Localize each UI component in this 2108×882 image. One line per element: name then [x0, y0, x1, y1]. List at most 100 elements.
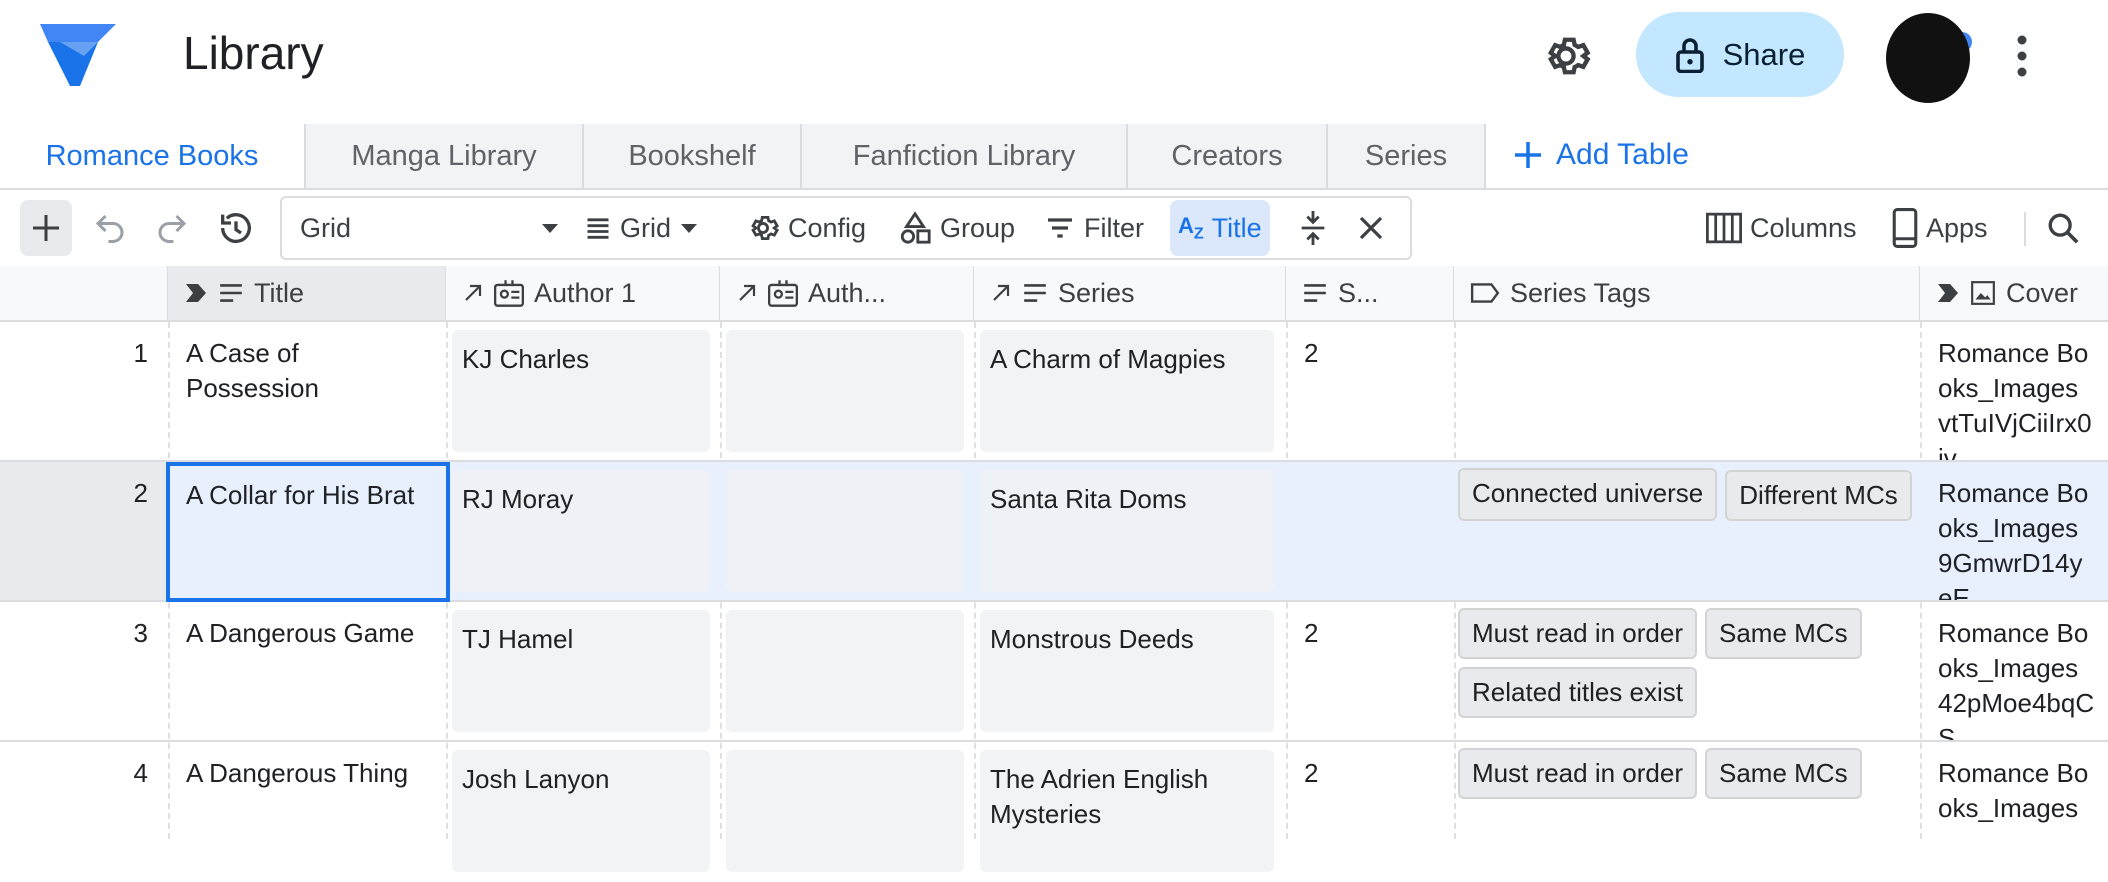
tab-series[interactable]: Series — [1328, 124, 1486, 188]
tab-manga-library[interactable]: Manga Library — [306, 124, 584, 188]
column-header-series-tags[interactable]: Series Tags — [1454, 266, 1920, 322]
cell-author2[interactable] — [726, 330, 964, 452]
avatar[interactable] — [1882, 12, 1974, 104]
toolbar-divider — [2024, 212, 2026, 246]
contact-card-icon — [768, 279, 798, 307]
column-header-cover[interactable]: Cover — [1920, 266, 2108, 322]
cell-author1[interactable]: TJ Hamel — [452, 610, 710, 732]
tag-chip[interactable]: Same MCs — [1704, 608, 1862, 659]
cell-series[interactable]: A Charm of Magpies — [980, 330, 1274, 452]
table-row-selected[interactable]: 2 A Collar for His Brat RJ Moray Santa R… — [0, 462, 2108, 602]
cell-series-number[interactable]: 2 — [1286, 322, 1454, 460]
view-select[interactable]: Grid — [300, 190, 560, 266]
column-header-author1[interactable]: Author 1 — [446, 266, 720, 322]
columns-button[interactable]: Columns — [1706, 190, 1857, 266]
tag-chip[interactable]: Connected universe — [1458, 468, 1718, 521]
list-lines-icon — [584, 214, 612, 242]
filter-button[interactable]: Filter — [1044, 190, 1144, 266]
cell-cover[interactable]: Romance Books_Images 42pMoe4bqCS — [1920, 602, 2108, 740]
plus-icon — [1512, 139, 1544, 171]
data-grid: Title Author 1 Auth... Series S... Serie… — [0, 266, 2108, 880]
cell-author1[interactable]: KJ Charles — [452, 330, 710, 452]
config-button[interactable]: Config — [746, 190, 866, 266]
sort-button[interactable]: AZ Title — [1170, 200, 1270, 256]
dropdown-arrow-icon — [679, 222, 699, 234]
grid-layout-button[interactable]: Grid — [584, 190, 699, 266]
cell-title[interactable]: A Dangerous Game — [168, 602, 446, 740]
share-button[interactable]: Share — [1636, 12, 1844, 97]
dropdown-arrow-icon — [540, 222, 560, 234]
tag-chip[interactable]: Different MCs — [1725, 470, 1912, 521]
cell-series-tags[interactable]: Must read in order Same MCs — [1454, 742, 1920, 880]
column-header-label: Author 1 — [534, 277, 637, 308]
cell-series[interactable]: The Adrien English Mysteries — [980, 750, 1274, 872]
tag-chip[interactable]: Must read in order — [1458, 748, 1697, 799]
cell-title-selected[interactable]: A Collar for His Brat — [166, 462, 450, 602]
share-label: Share — [1722, 36, 1806, 72]
table-row[interactable]: 1 A Case of Possession KJ Charles A Char… — [0, 322, 2108, 462]
cell-author2[interactable] — [726, 610, 964, 732]
column-header-label: S... — [1338, 277, 1379, 308]
close-icon[interactable] — [1356, 190, 1386, 266]
cell-series-tags[interactable]: Must read in order Same MCs Related titl… — [1454, 602, 1920, 740]
apps-label: Apps — [1926, 212, 1988, 243]
cell-cover[interactable]: Romance Books_Images — [1920, 742, 2108, 880]
cell-cover[interactable]: Romance Books_Images vtTuIVjCiiIrx0jv — [1920, 322, 2108, 460]
ref-arrow-icon — [990, 282, 1012, 304]
app-logo-icon[interactable] — [40, 24, 116, 86]
cell-title[interactable]: A Dangerous Thing — [168, 742, 446, 880]
key-label-icon — [1936, 282, 1960, 304]
tag-chip[interactable]: Same MCs — [1704, 748, 1862, 799]
cell-series-number[interactable]: 2 — [1286, 602, 1454, 740]
column-header-series[interactable]: Series — [974, 266, 1286, 322]
tag-chip[interactable]: Related titles exist — [1458, 667, 1697, 718]
cell-series-number[interactable]: 2 — [1286, 742, 1454, 880]
undo-icon[interactable] — [92, 190, 128, 266]
history-icon[interactable] — [216, 190, 256, 266]
group-button[interactable]: Group — [898, 190, 1015, 266]
tab-creators[interactable]: Creators — [1128, 124, 1328, 188]
add-table-label: Add Table — [1556, 138, 1689, 171]
cell-title-text: A Collar for His Brat — [186, 480, 415, 510]
cell-series[interactable]: Santa Rita Doms — [980, 470, 1274, 592]
add-row-button[interactable] — [20, 200, 72, 256]
cell-series-tags[interactable] — [1454, 322, 1920, 460]
redo-icon[interactable] — [154, 190, 190, 266]
sort-label: Title — [1211, 212, 1262, 243]
search-icon[interactable] — [2046, 190, 2080, 266]
cell-cover[interactable]: Romance Books_Images 9GmwrD14yeE — [1920, 462, 2108, 600]
row-height-icon[interactable] — [1296, 190, 1330, 266]
more-vert-icon[interactable] — [2002, 30, 2042, 82]
cell-series-number[interactable] — [1286, 462, 1454, 600]
table-row[interactable]: 3 A Dangerous Game TJ Hamel Monstrous De… — [0, 602, 2108, 742]
column-header-series-number[interactable]: S... — [1286, 266, 1454, 322]
cell-author1[interactable]: RJ Moray — [452, 470, 710, 592]
apps-button[interactable]: Apps — [1892, 190, 1988, 266]
tab-bookshelf[interactable]: Bookshelf — [584, 124, 802, 188]
tab-romance-books[interactable]: Romance Books — [0, 124, 306, 188]
cell-author2[interactable] — [726, 470, 964, 592]
tag-chip[interactable]: Must read in order — [1458, 608, 1697, 659]
sort-az-icon: AZ — [1178, 212, 1204, 243]
cell-title[interactable]: A Case of Possession — [168, 322, 446, 460]
app-title: Library — [183, 27, 324, 79]
cell-series-tags[interactable]: Connected universe Different MCs — [1454, 462, 1920, 600]
cell-author2[interactable] — [726, 750, 964, 872]
tab-fanfiction-library[interactable]: Fanfiction Library — [802, 124, 1128, 188]
filter-icon — [1044, 212, 1076, 244]
table-row[interactable]: 4 A Dangerous Thing Josh Lanyon The Adri… — [0, 742, 2108, 882]
key-label-icon — [184, 282, 208, 304]
add-table-button[interactable]: Add Table — [1512, 130, 1689, 180]
column-header-label: Series — [1058, 277, 1135, 308]
gear-icon[interactable] — [1540, 30, 1592, 82]
tag-label-icon — [1470, 282, 1500, 304]
column-header-label: Cover — [2006, 277, 2079, 308]
text-type-icon — [218, 282, 244, 304]
view-select-value: Grid — [300, 212, 352, 243]
gear-icon — [746, 211, 780, 245]
cell-series[interactable]: Monstrous Deeds — [980, 610, 1274, 732]
column-header-label: Series Tags — [1510, 277, 1651, 308]
column-header-author2[interactable]: Auth... — [720, 266, 974, 322]
cell-author1[interactable]: Josh Lanyon — [452, 750, 710, 872]
column-header-title[interactable]: Title — [168, 266, 446, 322]
